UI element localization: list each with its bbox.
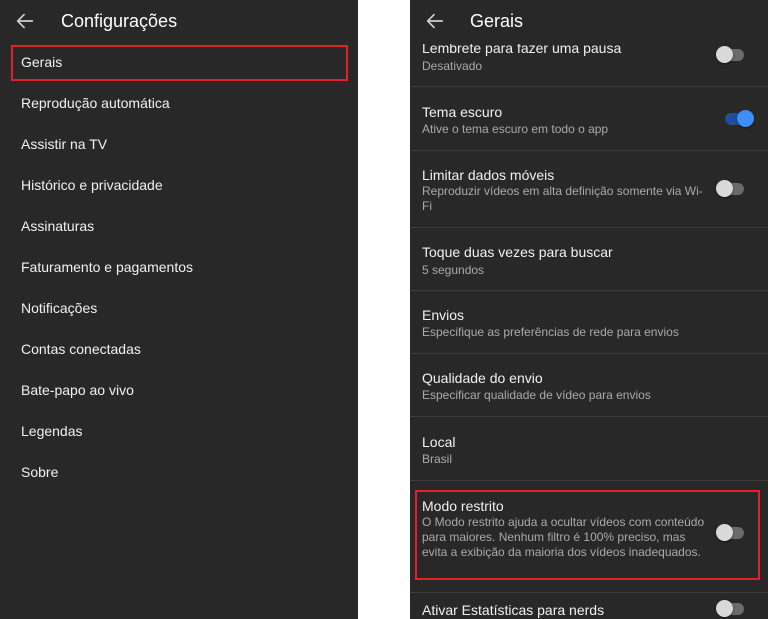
setting-row-envios[interactable]: Envios Especifique as preferências de re… — [410, 291, 768, 354]
setting-row-estatisticas-nerds[interactable]: Ativar Estatísticas para nerds — [410, 593, 768, 619]
menu-item-label: Assistir na TV — [21, 136, 108, 152]
setting-row-local[interactable]: Local Brasil — [410, 417, 768, 481]
back-button[interactable] — [424, 10, 446, 32]
toggle-switch[interactable] — [716, 178, 748, 200]
toggle-switch[interactable] — [716, 44, 748, 66]
menu-item-gerais[interactable]: Gerais — [0, 45, 358, 79]
menu-item-label: Bate-papo ao vivo — [21, 382, 134, 398]
menu-item-label: Reprodução automática — [21, 95, 170, 111]
arrow-back-icon — [16, 13, 34, 29]
toggle-knob — [737, 110, 754, 127]
app-bar: Configurações — [0, 0, 358, 44]
settings-screen: Configurações Gerais Reprodução automáti… — [0, 0, 358, 619]
menu-item-legendas[interactable]: Legendas — [0, 414, 358, 448]
menu-item-bate-papo-ao-vivo[interactable]: Bate-papo ao vivo — [0, 373, 358, 407]
page-title: Gerais — [470, 11, 524, 31]
setting-subtitle: Especifique as preferências de rede para… — [422, 325, 679, 339]
general-settings-screen: Lembrete para fazer uma pausa Desativado… — [410, 0, 768, 619]
setting-subtitle: Especificar qualidade de vídeo para envi… — [422, 388, 651, 402]
setting-title: Limitar dados móveis — [422, 167, 555, 183]
toggle-knob — [716, 524, 733, 541]
menu-item-faturamento-e-pagamentos[interactable]: Faturamento e pagamentos — [0, 250, 358, 284]
setting-title: Qualidade do envio — [422, 370, 543, 386]
setting-subtitle: Reproduzir vídeos em alta definição some… — [422, 184, 703, 213]
toggle-knob — [716, 46, 733, 63]
menu-item-reproducao-automatica[interactable]: Reprodução automática — [0, 86, 358, 120]
setting-subtitle: Brasil — [422, 452, 453, 466]
menu-item-historico-e-privacidade[interactable]: Histórico e privacidade — [0, 168, 358, 202]
back-button[interactable] — [14, 10, 36, 32]
menu-item-label: Contas conectadas — [21, 341, 141, 357]
menu-item-contas-conectadas[interactable]: Contas conectadas — [0, 332, 358, 366]
menu-item-label: Gerais — [21, 54, 63, 70]
menu-item-label: Assinaturas — [21, 218, 95, 234]
setting-row-limitar-dados-moveis[interactable]: Limitar dados móveis Reproduzir vídeos e… — [410, 151, 768, 228]
setting-subtitle: 5 segundos — [422, 263, 485, 277]
toggle-knob — [716, 600, 733, 617]
menu-item-assistir-na-tv[interactable]: Assistir na TV — [0, 127, 358, 161]
setting-title: Modo restrito — [422, 498, 504, 514]
menu-item-label: Notificações — [21, 300, 98, 316]
page-title: Configurações — [61, 11, 178, 31]
toggle-switch[interactable] — [723, 108, 755, 130]
setting-row-qualidade-envio[interactable]: Qualidade do envio Especificar qualidade… — [410, 354, 768, 417]
app-bar: Gerais — [410, 0, 768, 44]
menu-item-label: Faturamento e pagamentos — [21, 259, 193, 275]
setting-title: Local — [422, 434, 456, 450]
menu-item-assinaturas[interactable]: Assinaturas — [0, 209, 358, 243]
menu-item-label: Sobre — [21, 464, 59, 480]
setting-title: Tema escuro — [422, 104, 503, 120]
setting-title: Toque duas vezes para buscar — [422, 244, 613, 260]
setting-subtitle: Desativado — [422, 59, 483, 73]
toggle-switch[interactable] — [716, 598, 748, 619]
setting-row-tema-escuro[interactable]: Tema escuro Ative o tema escuro em todo … — [410, 87, 768, 151]
arrow-back-icon — [426, 13, 444, 29]
menu-item-sobre[interactable]: Sobre — [0, 455, 358, 489]
toggle-switch[interactable] — [716, 522, 748, 544]
menu-item-notificacoes[interactable]: Notificações — [0, 291, 358, 325]
setting-title: Ativar Estatísticas para nerds — [422, 602, 605, 618]
setting-subtitle: O Modo restrito ajuda a ocultar vídeos c… — [422, 515, 705, 559]
setting-title: Envios — [422, 307, 465, 323]
menu-item-label: Legendas — [21, 423, 83, 439]
setting-row-toque-duas-vezes[interactable]: Toque duas vezes para buscar 5 segundos — [410, 228, 768, 291]
toggle-knob — [716, 180, 733, 197]
setting-subtitle: Ative o tema escuro em todo o app — [422, 122, 609, 136]
menu-item-label: Histórico e privacidade — [21, 177, 163, 193]
setting-row-modo-restrito[interactable]: Modo restrito O Modo restrito ajuda a oc… — [410, 481, 768, 593]
